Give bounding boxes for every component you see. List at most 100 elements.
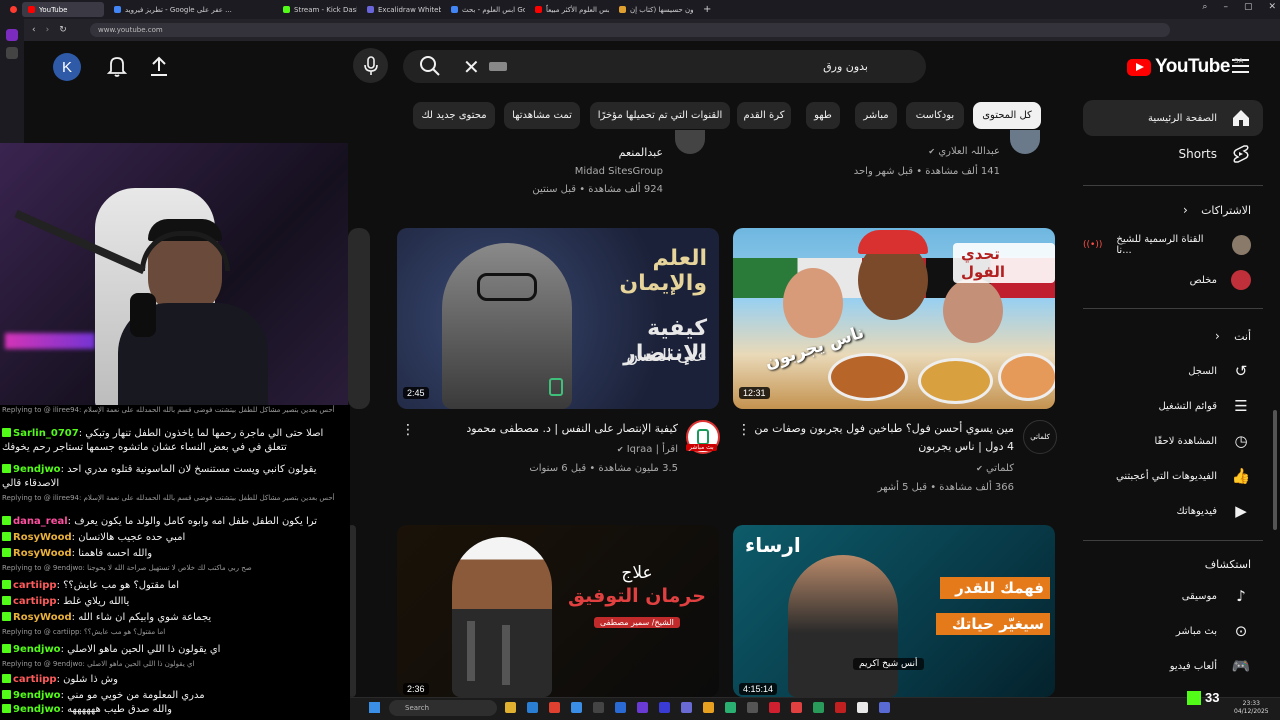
chat-username[interactable]: RosyWood (13, 612, 72, 623)
video-thumbnail[interactable]: تحدي الفول ناس يجربون 12:31 (733, 228, 1055, 409)
sidebar-item[interactable]: المشاهدة لاحقًا ◷ (1083, 423, 1263, 459)
taskbar-app-icon[interactable] (857, 702, 868, 713)
filter-chip[interactable]: مباشر (855, 102, 897, 129)
search-tabs-icon[interactable]: ⌕ (1202, 2, 1207, 12)
you-header[interactable]: أنت › (1083, 318, 1263, 354)
windows-start-icon[interactable] (369, 702, 380, 713)
channel-avatar[interactable] (1010, 130, 1040, 154)
taskbar-app-icon[interactable] (879, 702, 890, 713)
video-thumbnail[interactable]: علاج حرمان التوفيق الشيخ/ سمير مصطفى 2:3… (397, 525, 719, 697)
sidebar-item-shorts[interactable]: Shorts (1083, 136, 1263, 172)
sidebar-item[interactable]: ألعاب فيديو 🎮 (1083, 648, 1263, 684)
sidebar-item[interactable]: الفيديوهات التي أعجبتني 👍 (1083, 458, 1263, 494)
filter-chip[interactable]: طهو (806, 102, 840, 129)
new-tab-button[interactable]: + (697, 2, 717, 17)
video-title[interactable]: عبدالمنعم (480, 144, 663, 162)
close-window-button[interactable]: ✕ (1268, 2, 1276, 12)
filter-chip[interactable]: كرة القدم (737, 102, 791, 129)
more-options-icon[interactable]: ⋮ (737, 423, 751, 437)
maximize-button[interactable]: ▢ (1244, 2, 1253, 12)
chat-username[interactable]: 9endjwo (13, 690, 61, 701)
clear-search-icon[interactable]: ✕ (463, 55, 480, 79)
filter-chip[interactable]: القنوات التي تم تحميلها مؤخرًا (590, 102, 730, 129)
search-input[interactable]: بدون ورق (823, 60, 868, 73)
filter-chip[interactable]: كل المحتوى (973, 102, 1041, 129)
account-avatar[interactable]: K (53, 53, 81, 81)
notifications-bell-icon[interactable] (107, 55, 127, 77)
sidebar-scrollbar[interactable] (1273, 410, 1277, 530)
taskbar-app-icon[interactable] (505, 702, 516, 713)
browser-tab[interactable]: Excalidraw Whiteboard (361, 2, 441, 17)
taskbar-app-icon[interactable] (835, 702, 846, 713)
taskbar-app-icon[interactable] (791, 702, 802, 713)
browser-tab[interactable]: تطريز فيرويد - Google عفر على ... (108, 2, 273, 17)
taskbar-app-icon[interactable] (615, 702, 626, 713)
taskbar-app-icon[interactable] (725, 702, 736, 713)
taskbar-app-icon[interactable] (681, 702, 692, 713)
taskbar-app-icon[interactable] (747, 702, 758, 713)
sidebar-item[interactable]: السجل ↺ (1083, 353, 1263, 389)
sidebar-item[interactable]: بث مباشر ⊙ (1083, 613, 1263, 649)
video-title[interactable]: كيفية الإنتصار على النفس | د. مصطفى محمو… (420, 420, 678, 438)
url-field[interactable]: www.youtube.com (90, 23, 1170, 37)
browser-menu-button[interactable] (4, 2, 18, 17)
star-icon[interactable] (6, 47, 18, 59)
video-channel[interactable]: عبداللہ العلاري ✔ (780, 143, 1000, 161)
filter-chip[interactable]: محتوى جديد لك (413, 102, 495, 129)
sidebar-item[interactable]: فيديوهاتك ▶ (1083, 493, 1263, 529)
browser-tab[interactable]: يسمعون حسيسها (كتاب إن... (613, 2, 693, 17)
channel-avatar[interactable]: كلماتي (1023, 420, 1057, 454)
video-thumbnail[interactable]: ارساء فهمك للقدر سيغيّر حياتك أنس شيخ اك… (733, 525, 1055, 697)
back-icon[interactable]: ‹ (32, 25, 36, 35)
chat-username[interactable]: Sarlin_0707 (13, 428, 79, 439)
voice-search-button[interactable] (353, 48, 388, 83)
sidebar-sub-item[interactable]: مخلص (1083, 262, 1263, 298)
taskbar-app-icon[interactable] (659, 702, 670, 713)
chat-username[interactable]: 9endjwo (13, 704, 61, 715)
reload-icon[interactable]: ↻ (59, 25, 67, 35)
browser-tab[interactable]: ابس العلوم الأكثر مبيعاً - Sa... (529, 2, 609, 17)
taskbar-app-icon[interactable] (769, 702, 780, 713)
chat-username[interactable]: RosyWood (13, 532, 72, 543)
sidebar-sub-item[interactable]: ((•)) القناة الرسمية للشيخ نا... (1083, 227, 1263, 263)
browser-tab[interactable]: YouTube (22, 2, 104, 17)
chat-username[interactable]: cartiipp (13, 580, 57, 591)
video-thumbnail[interactable]: العلم والإيمان كيفية الإنتصار على النفس … (397, 228, 719, 409)
chat-username[interactable]: cartiipp (13, 596, 57, 607)
taskbar-app-icon[interactable] (527, 702, 538, 713)
chat-username[interactable]: 9endjwo (13, 464, 61, 475)
upload-icon[interactable] (150, 55, 168, 77)
keyboard-icon[interactable] (489, 62, 507, 71)
chat-username[interactable]: 9endjwo (13, 644, 61, 655)
sidebar-item-home[interactable]: الصفحة الرئيسية (1083, 100, 1263, 136)
chat-username[interactable]: dana_real (13, 516, 68, 527)
forward-icon[interactable]: › (46, 25, 50, 35)
channel-avatar[interactable] (675, 130, 705, 154)
taskbar-app-icon[interactable] (637, 702, 648, 713)
filter-chip[interactable]: تمت مشاهدتها (504, 102, 580, 129)
sidebar-item[interactable]: قوائم التشغيل ☰ (1083, 388, 1263, 424)
taskbar-app-icon[interactable] (571, 702, 582, 713)
youtube-logo[interactable]: YouTube SA (1127, 56, 1243, 78)
search-icon[interactable] (419, 55, 441, 77)
home-icon[interactable] (6, 29, 18, 41)
minimize-button[interactable]: – (1223, 2, 1228, 12)
chat-username[interactable]: cartiipp (13, 674, 57, 685)
browser-tab[interactable]: Stream - Kick Dashboard (277, 2, 357, 17)
more-options-icon[interactable]: ⋮ (401, 423, 415, 437)
video-channel[interactable]: كلماتي ✔ (752, 460, 1014, 478)
chat-username[interactable]: RosyWood (13, 548, 72, 559)
video-thumbnail[interactable] (348, 228, 370, 409)
filter-chip[interactable]: بودكاست (906, 102, 964, 129)
taskbar-app-icon[interactable] (593, 702, 604, 713)
sidebar-item[interactable]: موسيقى ♪ (1083, 578, 1263, 614)
taskbar-search[interactable]: Search (389, 700, 497, 716)
taskbar-app-icon[interactable] (813, 702, 824, 713)
video-title[interactable]: مين يسوي أحسن فول؟ طباخين فول يجربون وصف… (752, 420, 1014, 456)
subscriptions-header[interactable]: الاشتراكات › (1083, 192, 1263, 228)
browser-tab[interactable]: ابس العلوم - بحث Google (445, 2, 525, 17)
video-channel[interactable]: Midad SitesGroup (480, 163, 663, 181)
video-channel[interactable]: اقرأ | Iqraa ✔ (420, 441, 678, 459)
taskbar-app-icon[interactable] (703, 702, 714, 713)
taskbar-app-icon[interactable] (549, 702, 560, 713)
